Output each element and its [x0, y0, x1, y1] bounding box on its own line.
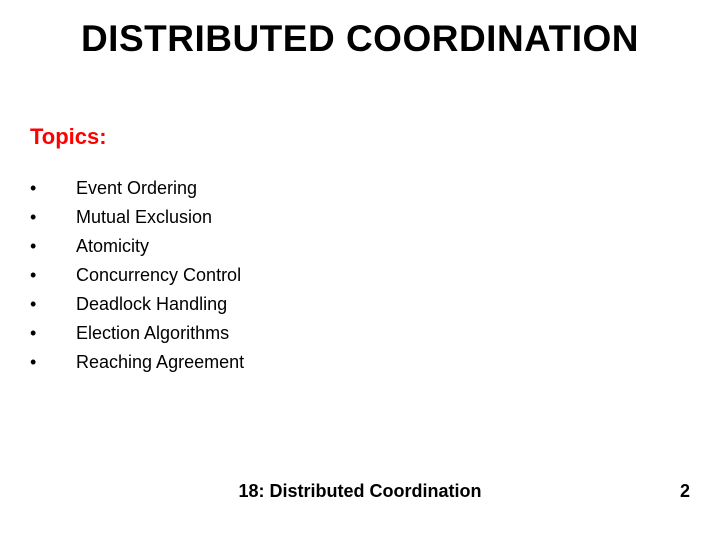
slide: DISTRIBUTED COORDINATION Topics: • Event…	[0, 0, 720, 540]
list-item: • Deadlock Handling	[30, 294, 244, 315]
topics-list: • Event Ordering • Mutual Exclusion • At…	[30, 178, 244, 381]
topics-heading: Topics:	[30, 124, 107, 150]
list-item: • Reaching Agreement	[30, 352, 244, 373]
bullet-icon: •	[30, 265, 76, 286]
list-item: • Atomicity	[30, 236, 244, 257]
bullet-icon: •	[30, 236, 76, 257]
topic-text: Atomicity	[76, 236, 149, 257]
topic-text: Deadlock Handling	[76, 294, 227, 315]
slide-title: DISTRIBUTED COORDINATION	[0, 18, 720, 60]
page-number: 2	[680, 481, 690, 502]
list-item: • Event Ordering	[30, 178, 244, 199]
bullet-icon: •	[30, 178, 76, 199]
topic-text: Election Algorithms	[76, 323, 229, 344]
list-item: • Mutual Exclusion	[30, 207, 244, 228]
bullet-icon: •	[30, 294, 76, 315]
bullet-icon: •	[30, 323, 76, 344]
footer-title: 18: Distributed Coordination	[0, 481, 720, 502]
topic-text: Reaching Agreement	[76, 352, 244, 373]
bullet-icon: •	[30, 207, 76, 228]
topic-text: Event Ordering	[76, 178, 197, 199]
topic-text: Concurrency Control	[76, 265, 241, 286]
list-item: • Election Algorithms	[30, 323, 244, 344]
list-item: • Concurrency Control	[30, 265, 244, 286]
bullet-icon: •	[30, 352, 76, 373]
topic-text: Mutual Exclusion	[76, 207, 212, 228]
